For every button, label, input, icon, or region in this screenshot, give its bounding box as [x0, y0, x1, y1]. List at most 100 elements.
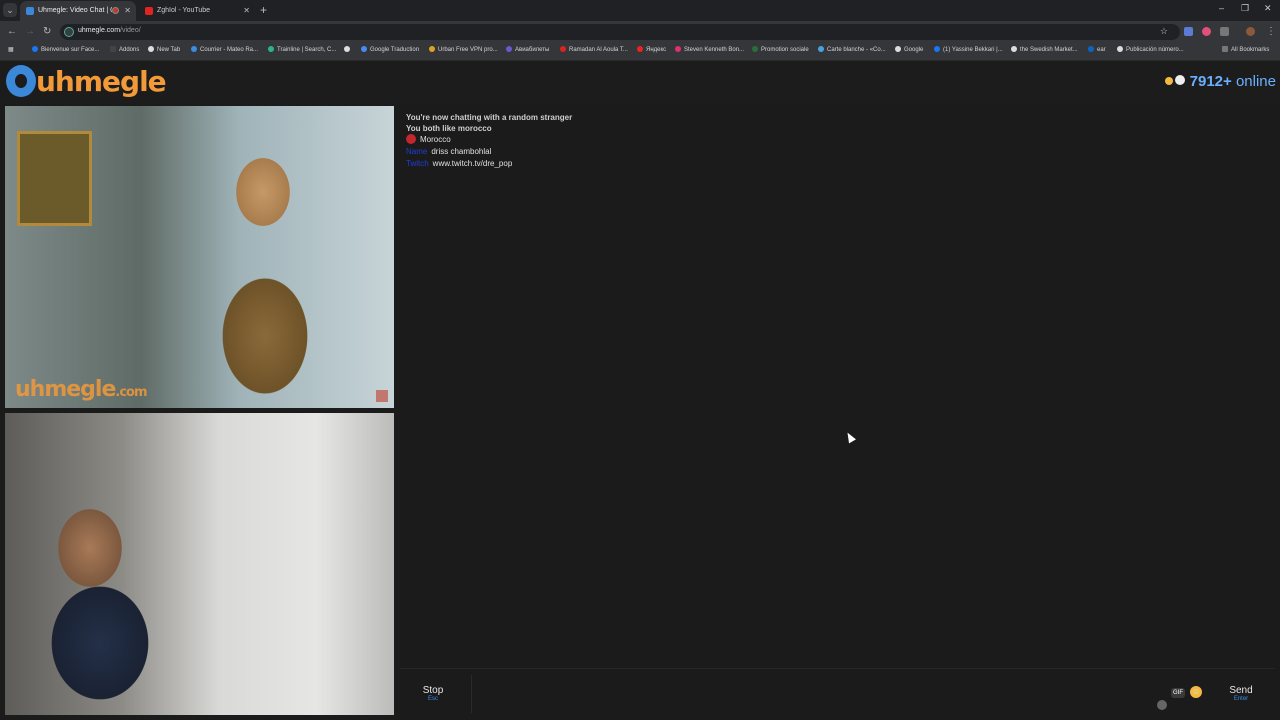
stranger-name: Name driss chambohlal [406, 147, 491, 156]
close-tab-icon[interactable]: ✕ [243, 1, 250, 21]
bookmark-label: New Tab [157, 47, 181, 53]
bookmark-item[interactable]: Carte blanche - «Co... [818, 46, 886, 53]
url-text: uhmegle.com/video/ [78, 27, 141, 34]
watermark-main: uhmegle [15, 377, 116, 402]
bookmark-item[interactable]: Promotion sociale [752, 46, 809, 53]
bookmark-favicon-icon [560, 46, 566, 52]
bookmark-item[interactable]: Google Traduction [361, 46, 419, 53]
message-input[interactable] [471, 675, 1166, 713]
bookmark-item[interactable]: Яндекс [637, 46, 666, 53]
bookmark-item[interactable]: Courrier - Mateo Ra... [191, 46, 258, 53]
gif-button[interactable]: GIF [1171, 688, 1185, 698]
browser-menu-icon[interactable]: ⋮ [1266, 26, 1276, 37]
bookmark-favicon-icon [934, 46, 940, 52]
bookmark-favicon-icon [637, 46, 643, 52]
logo-text: uhmegle [36, 65, 167, 98]
address-bar[interactable]: uhmegle.com/video/ ☆ [60, 24, 1180, 40]
forward-arrow-icon[interactable]: → [25, 26, 35, 37]
name-value: driss chambohlal [431, 147, 492, 156]
bookmark-label: Carte blanche - «Co... [827, 47, 886, 53]
bookmark-favicon-icon [361, 46, 367, 52]
status-dot-icon [1164, 77, 1173, 85]
bookmark-favicon-icon [1011, 46, 1017, 52]
bookmark-item[interactable]: Google [895, 46, 923, 53]
url-host: uhmegle.com [78, 27, 121, 34]
system-message: You both like morocco [406, 124, 492, 133]
send-button[interactable]: Send Enter [1227, 685, 1255, 702]
site-header: uhmegle 7912+ online [0, 61, 1280, 104]
wall-picture-frame [17, 131, 92, 226]
translate-extension-icon[interactable] [1184, 27, 1193, 36]
all-bookmarks-label: All Bookmarks [1231, 47, 1270, 53]
bookmark-item[interactable]: ear [1088, 46, 1106, 53]
folder-icon [1222, 46, 1228, 52]
reload-icon[interactable]: ↻ [43, 26, 51, 37]
bookmark-label: (1) Yassine Bekkari |... [943, 47, 1003, 53]
bookmark-label: Addons [119, 47, 140, 53]
bookmark-item[interactable]: Ramadan Al Aoula T... [560, 46, 628, 53]
maximize-icon[interactable]: ❐ [1241, 3, 1249, 14]
bookmark-favicon-icon [32, 46, 38, 52]
bookmark-item[interactable] [344, 46, 353, 53]
bookmark-label: Steven Kenneth Bon... [684, 47, 745, 53]
link-value[interactable]: www.twitch.tv/dre_pop [433, 159, 513, 168]
bookmark-item[interactable]: Steven Kenneth Bon... [675, 46, 744, 53]
bookmark-item[interactable]: Addons [110, 46, 139, 53]
online-count: 7912+ [1189, 73, 1232, 90]
emoji-icon[interactable]: ☺ [1190, 686, 1202, 698]
report-flag-icon[interactable] [376, 390, 388, 402]
bookmark-item[interactable]: Trainline | Search, C... [268, 46, 336, 53]
minimize-icon[interactable]: – [1219, 3, 1224, 13]
online-counter: 7912+ online [1164, 73, 1276, 90]
bookmark-item[interactable]: Bienvenue sur Face... [32, 46, 99, 53]
browser-toolbar: ← → ↻ uhmegle.com/video/ ☆ ⋮ [0, 21, 1280, 43]
bookmark-label: Ramadan Al Aoula T... [569, 47, 628, 53]
stranger-video: uhmegle.com [5, 106, 394, 408]
send-hint: Enter [1233, 696, 1249, 702]
extensions-puzzle-icon[interactable] [1220, 27, 1229, 36]
send-label: Send [1229, 685, 1253, 696]
new-tab-plus-icon[interactable]: + [260, 3, 267, 17]
profile-avatar-icon[interactable] [1246, 27, 1255, 36]
tab-title: Uhmegle: Video Chat | Om [38, 7, 112, 14]
bookmark-label: ear [1097, 47, 1106, 53]
window-close-icon[interactable]: ✕ [1264, 3, 1272, 14]
bookmark-label: the Swedish Market... [1020, 47, 1078, 53]
vpn-extension-icon[interactable] [1202, 27, 1211, 36]
site-info-icon[interactable] [64, 27, 74, 37]
bookmark-item[interactable]: Publicación número... [1117, 46, 1184, 53]
bookmark-item[interactable]: Авиабилеты [506, 46, 549, 53]
bookmark-item[interactable]: Urban Free VPN pro... [429, 46, 498, 53]
tab-youtube[interactable]: ZghIol - YouTube ✕ [139, 1, 255, 21]
bookmark-favicon-icon [344, 46, 350, 52]
tab-search-button[interactable]: ⌄ [3, 3, 17, 17]
chat-bubble-icon[interactable] [1157, 700, 1167, 710]
stop-button[interactable]: Stop Esc [420, 685, 446, 702]
bookmark-label: Publicación número... [1126, 47, 1184, 53]
bookmark-favicon-icon [1088, 46, 1094, 52]
bookmark-favicon-icon [1117, 46, 1123, 52]
browser-tab-strip: ⌄ Uhmegle: Video Chat | Om ✕ ZghIol - Yo… [0, 0, 1280, 21]
back-arrow-icon[interactable]: ← [7, 26, 17, 37]
tab-uhmegle[interactable]: Uhmegle: Video Chat | Om ✕ [20, 1, 136, 21]
youtube-favicon-icon [145, 7, 153, 15]
bookmark-favicon-icon [268, 46, 274, 52]
bookmark-label: Авиабилеты [515, 47, 550, 53]
bookmark-label: Google [904, 47, 924, 53]
uhmegle-watermark: uhmegle.com [15, 377, 148, 402]
close-tab-icon[interactable]: ✕ [124, 1, 131, 21]
bookmark-item[interactable]: (1) Yassine Bekkari |... [934, 46, 1003, 53]
bookmark-label: Promotion sociale [761, 47, 809, 53]
apps-grid-icon[interactable]: ▦ [8, 46, 14, 53]
bookmark-favicon-icon [506, 46, 512, 52]
bookmark-favicon-icon [818, 46, 824, 52]
bookmark-star-icon[interactable]: ☆ [1160, 26, 1168, 37]
stranger-link[interactable]: Twitch www.twitch.tv/dre_pop [406, 159, 512, 168]
chat-log: You're now chatting with a random strang… [400, 106, 1270, 666]
bookmark-favicon-icon [752, 46, 758, 52]
bookmark-item[interactable]: the Swedish Market... [1011, 46, 1078, 53]
bookmark-item[interactable]: New Tab [148, 46, 180, 53]
morocco-flag-icon [406, 134, 416, 144]
uhmegle-logo-icon [6, 65, 36, 97]
all-bookmarks-folder[interactable]: All Bookmarks [1222, 46, 1269, 53]
